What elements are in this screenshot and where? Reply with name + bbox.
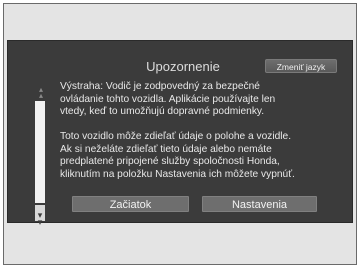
scroll-up-icon[interactable]: ▴ ▴	[37, 86, 45, 100]
change-language-button[interactable]: Zmeniť jazyk	[265, 59, 337, 73]
notice-message: Výstraha: Vodič je zodpovedný za bezpečn…	[60, 81, 360, 181]
text-line: Toto vozidlo môže zdieľať údaje o polohe…	[60, 131, 292, 142]
scroll-down-icon[interactable]: ▾ ▾	[35, 205, 45, 227]
scrollbar-thumb[interactable]	[35, 101, 45, 203]
text-line: ovládanie tohto vozidla. Aplikácie použí…	[60, 93, 276, 105]
text-line: predplatené pripojené služby spoločnosti…	[60, 156, 280, 167]
start-button[interactable]: Začiatok	[72, 196, 189, 212]
text-line: kliknutím na položku Nastavenia ich môže…	[60, 168, 295, 180]
warning-paragraph: Výstraha: Vodič je zodpovedný za bezpečn…	[60, 81, 360, 119]
settings-button[interactable]: Nastavenia	[202, 196, 317, 212]
text-line: vtedy, keď to umožňujú dopravné podmienk…	[60, 106, 265, 117]
data-sharing-paragraph: Toto vozidlo môže zdieľať údaje o polohe…	[60, 131, 360, 181]
text-line: Výstraha: Vodič je zodpovedný za bezpečn…	[60, 81, 260, 92]
text-line: Ak si neželáte zdieľať tieto údaje alebo…	[60, 143, 272, 155]
scrollbar[interactable]: ▴ ▴ ▾ ▾	[35, 86, 45, 227]
notice-dialog: Upozornenie Zmeniť jazyk ▴ ▴ ▾ ▾ Výstraha:…	[7, 40, 353, 227]
